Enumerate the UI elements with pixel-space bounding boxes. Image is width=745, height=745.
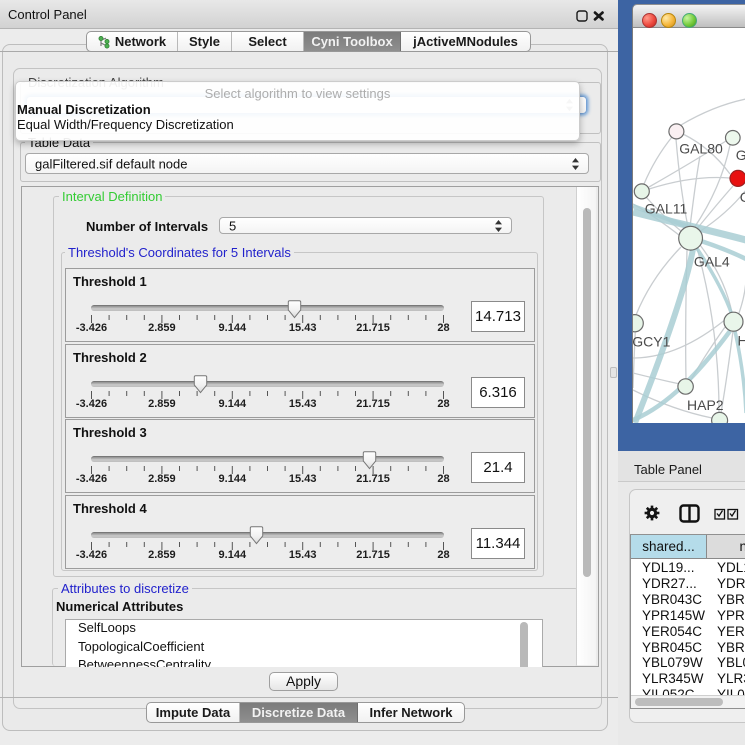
svg-text:GAL80: GAL80 bbox=[679, 140, 723, 156]
svg-text:GAL4: GAL4 bbox=[694, 253, 730, 269]
svg-text:C: C bbox=[740, 189, 745, 205]
svg-text:GCY1: GCY1 bbox=[633, 334, 671, 350]
svg-text:HAP2: HAP2 bbox=[687, 397, 724, 413]
svg-text:GA: GA bbox=[736, 147, 745, 163]
svg-text:H: H bbox=[738, 333, 745, 349]
svg-text:GAL11: GAL11 bbox=[645, 200, 688, 216]
